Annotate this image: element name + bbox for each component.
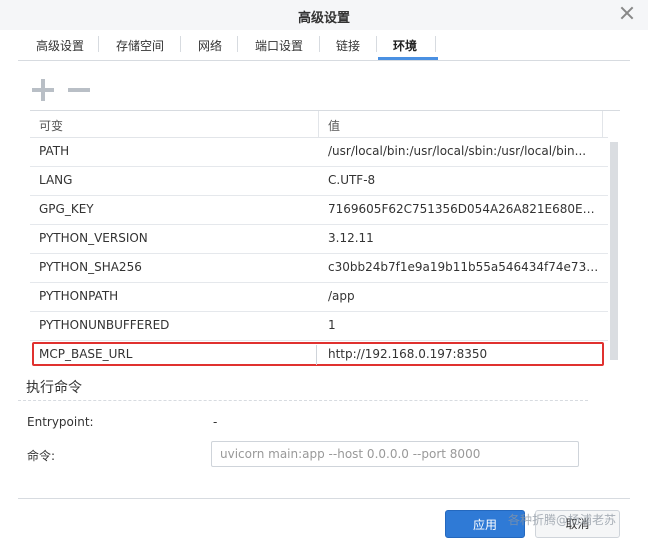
add-icon[interactable]	[32, 77, 58, 103]
env-toolbar	[26, 75, 626, 107]
watermark: 各种折腾@杨浦老苏	[508, 513, 617, 527]
env-value: 7169605F62C751356D054A26A821E680E5...	[328, 202, 600, 216]
table-row[interactable]: PYTHONPATH /app	[30, 283, 608, 312]
tab-bar: 高级设置 存储空间 网络 端口设置 链接 环境	[18, 30, 630, 61]
table-row[interactable]: PYTHON_SHA256 c30bb24b7f1e9a19b11b55a546…	[30, 254, 608, 283]
env-key: PYTHON_SHA256	[39, 260, 142, 274]
env-value: c30bb24b7f1e9a19b11b55a546434f74e739...	[328, 260, 600, 274]
env-key: LANG	[39, 173, 73, 187]
tab-divider	[237, 36, 238, 52]
env-key: MCP_BASE_URL	[39, 347, 133, 361]
command-field[interactable]: uvicorn main:app --host 0.0.0.0 --port 8…	[211, 441, 579, 467]
env-value: http://192.168.0.197:8350	[328, 347, 488, 361]
env-key: PYTHONUNBUFFERED	[39, 318, 170, 332]
tab-environment[interactable]: 环境	[393, 37, 417, 54]
env-value: C.UTF-8	[328, 173, 376, 187]
tab-divider	[376, 36, 377, 52]
env-value: /app	[328, 289, 355, 303]
close-icon[interactable]	[620, 6, 634, 20]
env-key: PYTHON_VERSION	[39, 231, 148, 245]
table-row[interactable]: PYTHONUNBUFFERED 1	[30, 312, 608, 341]
env-value: 3.12.11	[328, 231, 374, 245]
entrypoint-label: Entrypoint:	[27, 415, 94, 429]
tab-links[interactable]: 链接	[336, 37, 360, 54]
tab-divider	[98, 36, 99, 52]
entrypoint-value: -	[213, 415, 218, 429]
table-row[interactable]: PATH /usr/local/bin:/usr/local/sbin:/usr…	[30, 138, 608, 167]
tab-divider	[319, 36, 320, 52]
table-row[interactable]: PYTHON_VERSION 3.12.11	[30, 225, 608, 254]
cell-divider	[316, 345, 317, 365]
tab-storage[interactable]: 存储空间	[116, 37, 164, 54]
tab-port-settings[interactable]: 端口设置	[255, 37, 303, 54]
title-bar: 高级设置	[0, 0, 648, 30]
table-row[interactable]: LANG C.UTF-8	[30, 167, 608, 196]
column-header-value[interactable]: 值	[328, 117, 340, 134]
env-key: PATH	[39, 144, 70, 158]
scrollbar-thumb[interactable]	[610, 142, 618, 360]
remove-icon[interactable]	[68, 77, 94, 103]
tab-divider	[435, 36, 436, 52]
tab-divider	[180, 36, 181, 52]
command-label: 命令:	[27, 449, 56, 463]
tab-advanced[interactable]: 高级设置	[36, 37, 84, 54]
env-value: /usr/local/bin:/usr/local/sbin:/usr/loca…	[328, 144, 587, 158]
table-row-highlighted[interactable]: MCP_BASE_URL http://192.168.0.197:8350	[30, 341, 608, 369]
table-row[interactable]: GPG_KEY 7169605F62C751356D054A26A821E680…	[30, 196, 608, 225]
env-key: GPG_KEY	[39, 202, 94, 216]
env-key: PYTHONPATH	[39, 289, 119, 303]
column-divider	[318, 111, 319, 137]
active-tab-indicator	[378, 57, 438, 60]
table-header: 可变 值	[30, 111, 608, 138]
section-divider	[18, 400, 588, 401]
window-title: 高级设置	[297, 11, 350, 26]
column-header-variable[interactable]: 可变	[39, 117, 63, 134]
column-divider	[602, 111, 603, 137]
tab-network[interactable]: 网络	[198, 37, 222, 54]
section-title: 执行命令	[26, 380, 82, 396]
footer-divider	[18, 498, 630, 499]
env-table: 可变 值 PATH /usr/local/bin:/usr/local/sbin…	[30, 111, 608, 369]
env-value: 1	[328, 318, 336, 332]
